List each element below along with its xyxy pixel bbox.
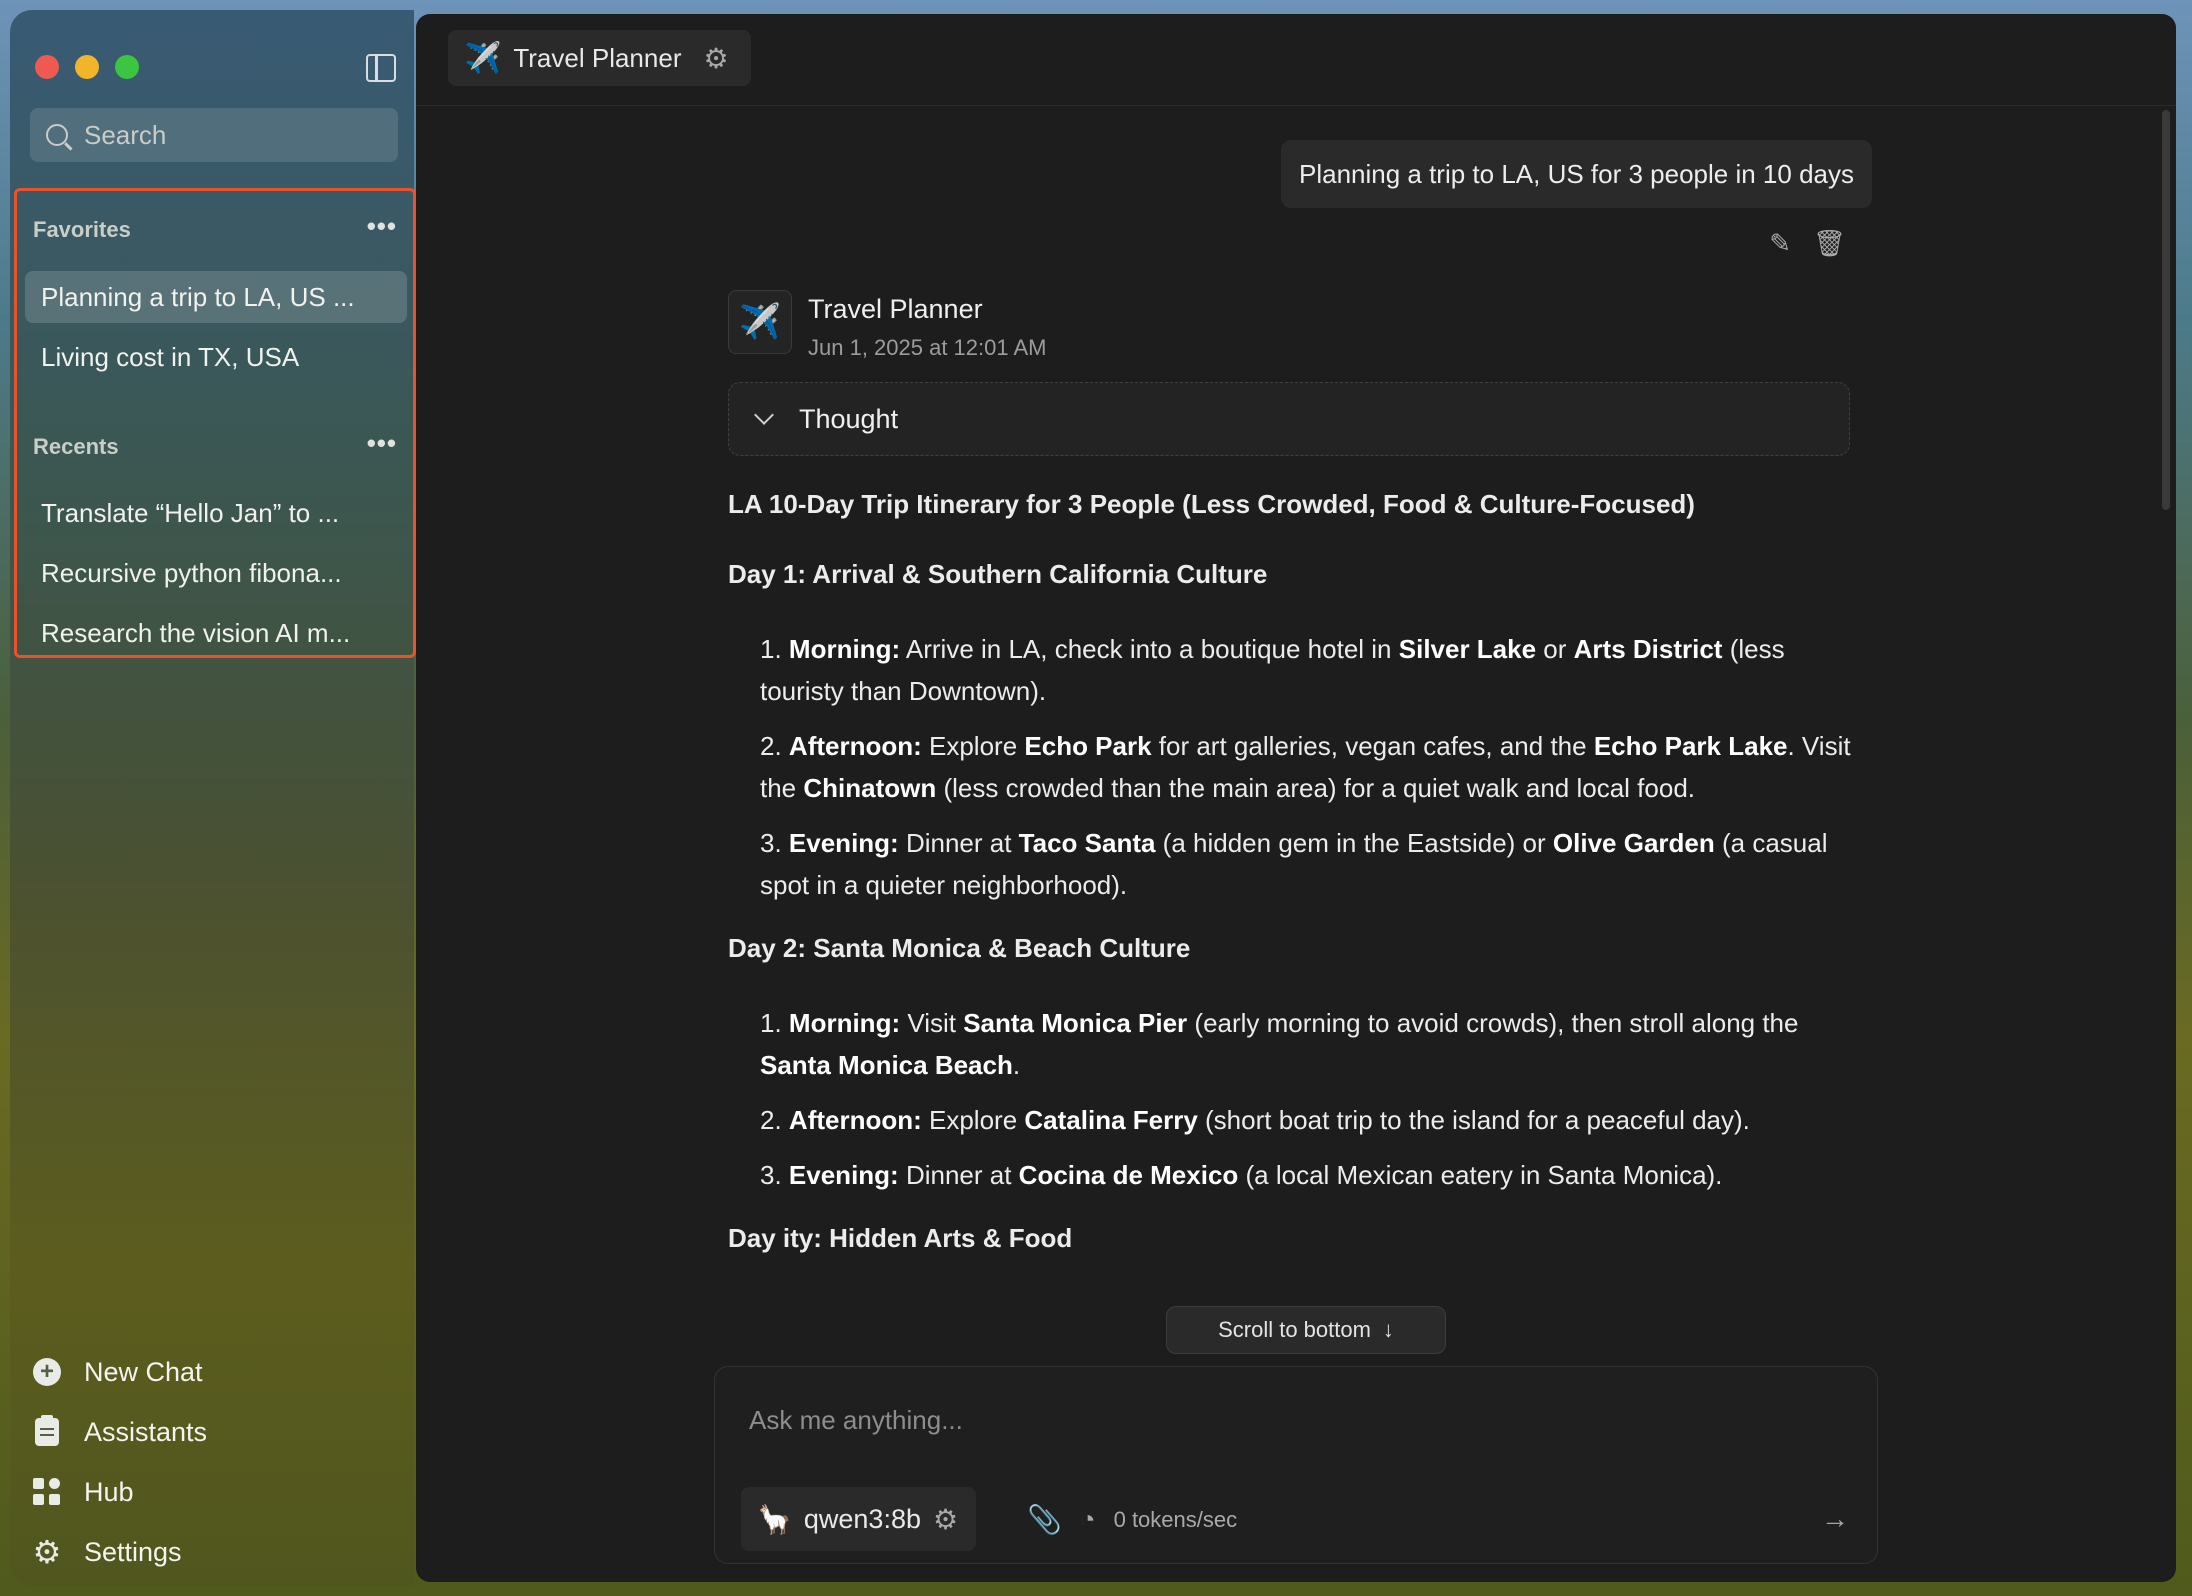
- scrollbar[interactable]: [2162, 110, 2170, 510]
- model-name: qwen3:8b: [803, 1503, 921, 1534]
- recent-item-vision-ai[interactable]: Research the vision AI m...: [25, 607, 407, 659]
- model-logo-icon: 🦙: [757, 1503, 792, 1535]
- day-heading: Day ity: Hidden Arts & Food: [728, 1223, 1073, 1253]
- send-arrow-icon[interactable]: →: [1821, 1503, 1849, 1535]
- assistant-selector[interactable]: ✈️ Travel Planner ⚙: [448, 30, 751, 86]
- bot-name: Travel Planner: [808, 294, 983, 324]
- message-input[interactable]: Ask me anything...: [749, 1405, 963, 1436]
- user-message: Planning a trip to LA, US for 3 people i…: [1280, 140, 1872, 208]
- list-item: 3. Evening: Dinner at Taco Santa (a hidd…: [760, 828, 1828, 900]
- edit-icon[interactable]: ✎: [1769, 228, 1791, 259]
- grid-icon: [32, 1477, 62, 1507]
- response-heading: LA 10-Day Trip Itinerary for 3 People (L…: [728, 489, 1695, 519]
- search-placeholder: Search: [84, 119, 167, 150]
- assistant-title: Travel Planner: [513, 42, 682, 73]
- day-heading: Day 1: Arrival & Southern California Cul…: [728, 559, 1268, 589]
- new-chat-button[interactable]: + New Chat: [32, 1342, 207, 1402]
- scroll-to-bottom-button[interactable]: Scroll to bottom ↓: [1166, 1306, 1446, 1354]
- conversation-groups: Favorites ••• Planning a trip to LA, US …: [14, 188, 416, 658]
- recent-item-python[interactable]: Recursive python fibona...: [25, 547, 407, 599]
- model-selector[interactable]: 🦙 qwen3:8b ⚙: [741, 1487, 977, 1551]
- sidebar-bottom-nav: + New Chat Assistants Hub ⚙ Settings: [32, 1342, 207, 1582]
- trash-icon[interactable]: 🗑: [1813, 228, 1846, 259]
- message-actions: ✎ 🗑: [1769, 228, 1846, 259]
- favorites-more-icon[interactable]: •••: [367, 211, 397, 242]
- window-controls: [35, 55, 139, 79]
- paperclip-icon[interactable]: 📎: [1027, 1503, 1062, 1536]
- list-item: 1. Morning: Visit Santa Monica Pier (ear…: [760, 1008, 1799, 1080]
- minimize-window-button[interactable]: [75, 55, 99, 79]
- day-heading: Day 2: Santa Monica & Beach Culture: [728, 933, 1191, 963]
- scroll-to-bottom-label: Scroll to bottom: [1218, 1317, 1371, 1342]
- composer: Ask me anything... 🦙 qwen3:8b ⚙ 📎 ◔ 0 to…: [714, 1366, 1878, 1564]
- settings-button[interactable]: ⚙ Settings: [32, 1522, 207, 1582]
- gear-icon: ⚙: [32, 1534, 62, 1570]
- chat-header: ✈️ Travel Planner ⚙: [416, 14, 2176, 106]
- list-item: 3. Evening: Dinner at Cocina de Mexico (…: [760, 1160, 1723, 1190]
- assistants-label: Assistants: [84, 1416, 208, 1447]
- sidebar-toggle-icon[interactable]: [366, 54, 396, 82]
- search-icon: [46, 124, 68, 146]
- composer-tools: 📎 ◔ 0 tokens/sec: [1027, 1503, 1237, 1536]
- recents-more-icon[interactable]: •••: [367, 428, 397, 459]
- search-input[interactable]: Search: [30, 108, 398, 162]
- favorite-item-tx-living-cost[interactable]: Living cost in TX, USA: [25, 331, 407, 383]
- tokens-per-second: 0 tokens/sec: [1113, 1506, 1238, 1532]
- favorite-item-la-trip[interactable]: Planning a trip to LA, US ...: [25, 271, 407, 323]
- list-item: 1. Morning: Arrive in LA, check into a b…: [760, 634, 1785, 706]
- sidebar: Search Favorites ••• Planning a trip to …: [10, 10, 416, 1586]
- thought-label: Thought: [799, 403, 899, 434]
- app-window: Search Favorites ••• Planning a trip to …: [10, 10, 2182, 1586]
- new-chat-label: New Chat: [84, 1356, 203, 1387]
- thought-toggle[interactable]: Thought: [728, 382, 1850, 456]
- list-item: 2. Afternoon: Explore Echo Park for art …: [760, 731, 1851, 803]
- assistant-settings-icon[interactable]: ⚙: [703, 42, 728, 75]
- speedometer-icon: ◔: [1079, 1504, 1096, 1534]
- model-settings-icon[interactable]: ⚙: [933, 1503, 958, 1536]
- close-window-button[interactable]: [35, 55, 59, 79]
- favorites-title: Favorites: [33, 217, 131, 242]
- plus-circle-icon: +: [32, 1357, 62, 1387]
- bot-response: LA 10-Day Trip Itinerary for 3 People (L…: [728, 488, 1854, 1306]
- recents-title: Recents: [33, 434, 119, 459]
- hub-button[interactable]: Hub: [32, 1462, 207, 1522]
- bot-message-header: ✈️ Travel Planner Jun 1, 2025 at 12:01 A…: [728, 290, 1047, 361]
- day-list: 1. Morning: Visit Santa Monica Pier (ear…: [760, 1002, 1854, 1196]
- chat-panel: ✈️ Travel Planner ⚙ Planning a trip to L…: [416, 14, 2176, 1582]
- assistant-avatar: ✈️: [728, 290, 792, 354]
- airplane-icon: ✈️: [464, 41, 502, 75]
- assistants-button[interactable]: Assistants: [32, 1402, 207, 1462]
- clipboard-icon: [32, 1415, 62, 1447]
- bot-timestamp: Jun 1, 2025 at 12:01 AM: [808, 335, 1047, 360]
- arrow-down-icon: ↓: [1382, 1317, 1394, 1342]
- chevron-down-icon: [754, 405, 774, 425]
- settings-label: Settings: [84, 1536, 182, 1567]
- recent-item-translate[interactable]: Translate “Hello Jan” to ...: [25, 487, 407, 539]
- day-list: 1. Morning: Arrive in LA, check into a b…: [760, 628, 1854, 906]
- hub-label: Hub: [84, 1476, 134, 1507]
- maximize-window-button[interactable]: [115, 55, 139, 79]
- list-item: 2. Afternoon: Explore Catalina Ferry (sh…: [760, 1105, 1750, 1135]
